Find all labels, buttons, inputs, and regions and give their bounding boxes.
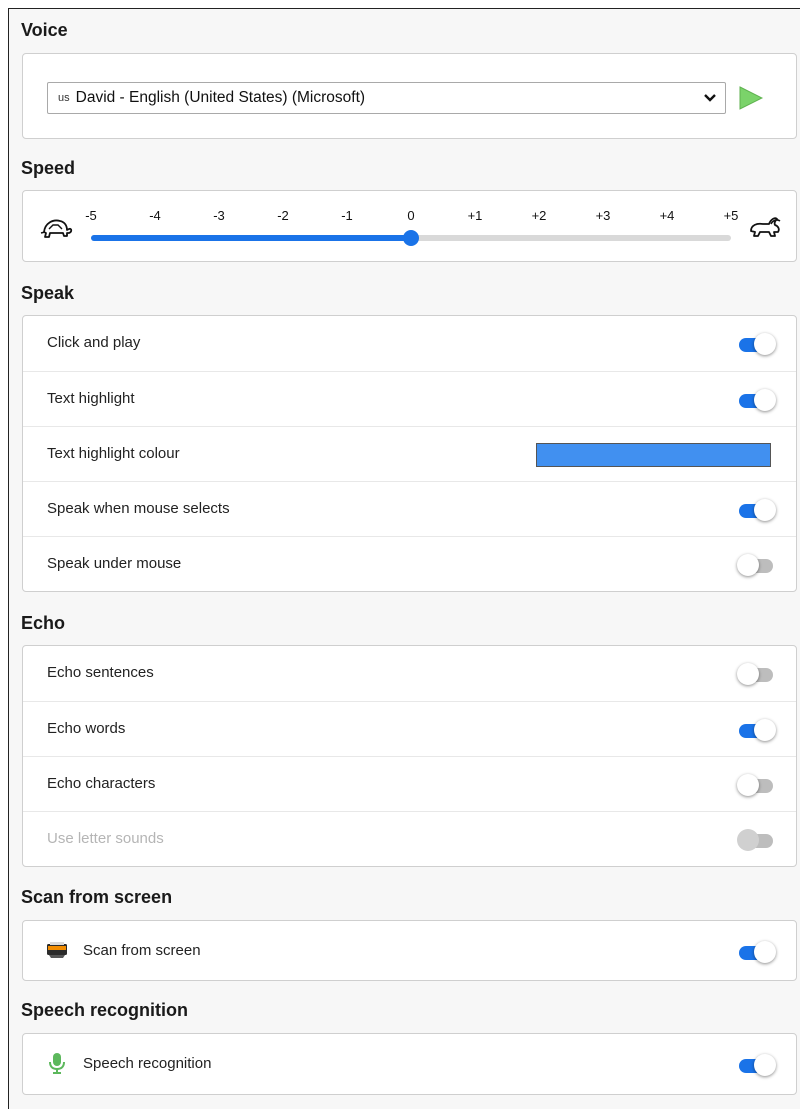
- scan-from-screen-toggle[interactable]: [737, 941, 776, 963]
- speed-tick-label: +1: [467, 208, 483, 223]
- highlight-colour-swatch[interactable]: [536, 443, 771, 467]
- speak-when-mouse-selects-toggle[interactable]: [737, 499, 776, 521]
- speed-slider[interactable]: -5 -4 -3 -2 -1 0 +1 +2 +3 +4 +5: [23, 191, 796, 261]
- echo-words-toggle[interactable]: [737, 719, 776, 741]
- speech-recognition-label: Speech recognition: [83, 1055, 212, 1072]
- speed-tick-label: +5: [723, 208, 739, 223]
- voice-flag: us: [58, 92, 70, 104]
- voice-select[interactable]: us David - English (United States) (Micr…: [47, 82, 726, 114]
- list-item: Use letter sounds: [23, 811, 796, 866]
- play-icon[interactable]: [737, 84, 765, 112]
- list-item[interactable]: Text highlight colour: [23, 426, 796, 481]
- list-item[interactable]: Speak under mouse: [23, 536, 796, 591]
- speed-tick-label: -5: [85, 208, 97, 223]
- speed-tick-label: 0: [407, 208, 415, 223]
- speak-under-mouse-label: Speak under mouse: [47, 555, 182, 572]
- list-item[interactable]: Speech recognition: [23, 1037, 796, 1092]
- speed-tick-label: -4: [149, 208, 161, 223]
- speech-card: Speech recognition: [22, 1033, 797, 1095]
- use-letter-sounds-toggle: [737, 829, 775, 851]
- scan-from-screen-label: Scan from screen: [83, 942, 201, 959]
- list-item[interactable]: Click and play: [23, 316, 796, 371]
- echo-characters-toggle[interactable]: [737, 774, 775, 796]
- use-letter-sounds-label: Use letter sounds: [47, 830, 164, 847]
- text-highlight-colour-label: Text highlight colour: [47, 445, 180, 462]
- settings-panel: Voice us David - English (United States)…: [8, 8, 800, 1109]
- scanner-icon: [47, 942, 67, 958]
- list-item[interactable]: Echo characters: [23, 756, 796, 811]
- click-and-play-toggle[interactable]: [737, 333, 776, 355]
- speed-track-fill: [91, 235, 411, 241]
- speed-card: -5 -4 -3 -2 -1 0 +1 +2 +3 +4 +5: [22, 190, 797, 262]
- list-item[interactable]: Echo words: [23, 701, 796, 756]
- speed-tick-label: -2: [277, 208, 289, 223]
- click-and-play-label: Click and play: [47, 334, 141, 351]
- list-item[interactable]: Scan from screen: [23, 924, 796, 979]
- speed-slider-thumb[interactable]: [403, 230, 419, 246]
- speed-track[interactable]: [91, 230, 731, 246]
- echo-card: Echo sentences Echo words Echo character…: [22, 645, 797, 867]
- speed-tick-label: +3: [595, 208, 611, 223]
- text-highlight-label: Text highlight: [47, 390, 135, 407]
- list-item[interactable]: Echo sentences: [23, 646, 796, 701]
- speed-tick-label: -1: [341, 208, 353, 223]
- speak-section-title: Speak: [21, 283, 75, 303]
- text-highlight-toggle[interactable]: [737, 389, 776, 411]
- speech-section-title: Speech recognition: [21, 1000, 189, 1020]
- voice-select-value: David - English (United States) (Microso…: [75, 89, 366, 106]
- chevron-down-icon: [704, 94, 716, 102]
- echo-sentences-label: Echo sentences: [47, 664, 154, 681]
- rabbit-icon: [750, 217, 781, 237]
- echo-section-title: Echo: [21, 613, 66, 633]
- list-item[interactable]: Speak when mouse selects: [23, 481, 796, 536]
- speak-under-mouse-toggle[interactable]: [737, 554, 775, 576]
- scan-section-title: Scan from screen: [21, 887, 173, 907]
- echo-sentences-toggle[interactable]: [737, 663, 775, 685]
- echo-words-label: Echo words: [47, 720, 126, 737]
- speak-when-mouse-selects-label: Speak when mouse selects: [47, 500, 230, 517]
- speech-recognition-toggle[interactable]: [737, 1054, 776, 1076]
- microphone-icon: [49, 1053, 65, 1074]
- echo-characters-label: Echo characters: [47, 775, 156, 792]
- scan-card: Scan from screen: [22, 920, 797, 981]
- list-item[interactable]: Text highlight: [23, 371, 796, 426]
- voice-card: us David - English (United States) (Micr…: [22, 53, 797, 139]
- speed-tick-label: +4: [659, 208, 675, 223]
- speed-tick-label: +2: [531, 208, 547, 223]
- speed-section-title: Speed: [21, 158, 76, 178]
- voice-section-title: Voice: [21, 20, 68, 40]
- speed-tick-label: -3: [213, 208, 225, 223]
- speak-card: Click and play Text highlight Text highl…: [22, 315, 797, 592]
